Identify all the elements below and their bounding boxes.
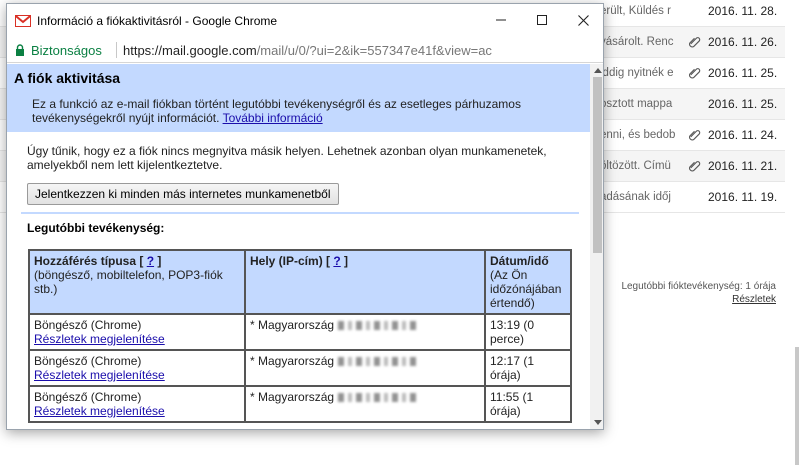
location-cell: * Magyarország bbox=[244, 385, 486, 423]
minimize-icon bbox=[496, 19, 506, 21]
show-details-link[interactable]: Részletek megjelenítése bbox=[34, 332, 165, 346]
attachment-icon bbox=[689, 68, 701, 79]
sign-out-all-sessions-button[interactable]: Jelentkezzen ki minden más internetes mu… bbox=[27, 183, 339, 205]
datetime-header: Dátum/idő (Az Ön időzónájában értendő) bbox=[484, 249, 572, 315]
access-type: Böngésző (Chrome) bbox=[34, 390, 142, 404]
location-cell: * Magyarország bbox=[244, 349, 486, 387]
session-status-text: Úgy tűnik, hogy ez a fiók nincs megnyitv… bbox=[27, 144, 547, 172]
datetime-header-sub: (Az Ön időzónájában értendő) bbox=[490, 268, 562, 310]
access-type-header-label: Hozzáférés típusa bbox=[34, 254, 137, 268]
redacted-ip bbox=[338, 357, 419, 367]
activity-popup-window: Információ a fiókaktivitásról - Google C… bbox=[6, 3, 604, 430]
gmail-icon bbox=[15, 15, 31, 27]
bg-activity-text: Legutóbbi fióktevékenység: 1 órája bbox=[621, 281, 776, 292]
bg-details-link[interactable]: Részletek bbox=[732, 294, 776, 305]
location-header-label: Hely (IP-cím) bbox=[250, 254, 323, 268]
maximize-icon bbox=[537, 15, 547, 25]
close-button[interactable] bbox=[563, 8, 603, 32]
scroll-down-arrow-icon[interactable] bbox=[594, 420, 602, 425]
datetime-cell: 12:17 (1 órája) bbox=[484, 349, 572, 387]
secure-label[interactable]: Biztonságos bbox=[31, 43, 102, 58]
info-description: Ez a funkció az e-mail fiókban történt l… bbox=[32, 97, 572, 125]
location-help-link[interactable]: ? bbox=[333, 254, 340, 268]
show-details-link[interactable]: Részletek megjelenítése bbox=[34, 368, 165, 382]
bg-date: 2016. 11. 21. bbox=[708, 159, 778, 173]
maximize-button[interactable] bbox=[522, 8, 562, 32]
page-title: A fiók aktivitása bbox=[14, 70, 121, 86]
access-type-header: Hozzáférés típusa [ ? ] (böngésző, mobil… bbox=[28, 249, 246, 315]
location: * Magyarország bbox=[250, 390, 335, 404]
title-bar[interactable]: Információ a fiókaktivitásról - Google C… bbox=[7, 4, 603, 36]
access-type-cell: Böngésző (Chrome) Részletek megjelenítés… bbox=[28, 313, 246, 351]
popup-scrollbar[interactable] bbox=[590, 64, 603, 429]
bg-snippet: vásárolt. Renc bbox=[600, 36, 674, 48]
location-cell: * Magyarország bbox=[244, 313, 486, 351]
more-info-link[interactable]: További információ bbox=[223, 111, 323, 125]
datetime-cell: 13:19 (0 perce) bbox=[484, 313, 572, 351]
attachment-icon bbox=[689, 130, 701, 141]
table-row: Böngésző (Chrome) Részletek megjelenítés… bbox=[28, 349, 572, 387]
access-type-header-sub: (böngésző, mobiltelefon, POP3-fiók stb.) bbox=[34, 268, 223, 296]
bg-snippet: adásának időj bbox=[600, 191, 671, 203]
bg-date: 2016. 11. 26. bbox=[708, 35, 778, 49]
table-header-row: Hozzáférés típusa [ ? ] (böngésző, mobil… bbox=[28, 249, 572, 315]
bg-snippet: öltözött. Címü bbox=[600, 160, 671, 172]
session-status-box: Úgy tűnik, hogy ez a fiók nincs megnyitv… bbox=[21, 138, 579, 214]
bg-snippet: iddig nyitnék e bbox=[600, 67, 674, 79]
location-header: Hely (IP-cím) [ ? ] bbox=[244, 249, 486, 315]
bg-account-activity: Legutóbbi fióktevékenység: 1 órája Részl… bbox=[621, 280, 776, 306]
access-type-help-link[interactable]: ? bbox=[147, 254, 154, 268]
bg-scrollbar-thumb[interactable] bbox=[795, 347, 799, 465]
access-type: Böngésző (Chrome) bbox=[34, 318, 142, 332]
redacted-ip bbox=[338, 393, 419, 403]
table-row: Böngésző (Chrome) Részletek megjelenítés… bbox=[28, 313, 572, 351]
url-path: /mail/u/0/?ui=2&ik=557347e41f&view=ac bbox=[256, 43, 492, 58]
datetime-cell: 11:55 (1 órája) bbox=[484, 385, 572, 423]
access-type-cell: Böngésző (Chrome) Részletek megjelenítés… bbox=[28, 349, 246, 387]
location: * Magyarország bbox=[250, 318, 335, 332]
bg-date: 2016. 11. 25. bbox=[708, 66, 778, 80]
bg-date: 2016. 11. 25. bbox=[708, 97, 778, 111]
lock-icon bbox=[16, 44, 24, 56]
address-bar[interactable]: Biztonságos https://mail.google.com/mail… bbox=[7, 37, 603, 63]
window-title: Információ a fiókaktivitásról - Google C… bbox=[37, 14, 278, 28]
close-icon bbox=[577, 14, 589, 26]
attachment-icon bbox=[689, 37, 701, 48]
activity-table: Hozzáférés típusa [ ? ] (böngésző, mobil… bbox=[28, 249, 572, 423]
bg-date: 2016. 11. 19. bbox=[708, 190, 778, 204]
access-type: Böngésző (Chrome) bbox=[34, 354, 142, 368]
page-content: A fiók aktivitása Ez a funkció az e-mail… bbox=[7, 64, 590, 429]
datetime-header-label: Dátum/idő bbox=[490, 254, 549, 268]
scroll-up-arrow-icon[interactable] bbox=[594, 68, 602, 73]
bg-snippet: osztott mappa bbox=[600, 98, 673, 110]
bg-snippet: enni, és bedob bbox=[600, 129, 676, 141]
show-details-link[interactable]: Részletek megjelenítése bbox=[34, 404, 165, 418]
recent-activity-title: Legutóbbi tevékenység: bbox=[27, 221, 165, 235]
address-separator bbox=[116, 42, 117, 58]
access-type-cell: Böngésző (Chrome) Részletek megjelenítés… bbox=[28, 385, 246, 423]
table-row: Böngésző (Chrome) Részletek megjelenítés… bbox=[28, 385, 572, 423]
bg-date: 2016. 11. 24. bbox=[708, 128, 778, 142]
location: * Magyarország bbox=[250, 354, 335, 368]
minimize-button[interactable] bbox=[481, 8, 521, 32]
bg-snippet: erült, Küldés r bbox=[600, 5, 671, 17]
url-host: https://mail.google.com bbox=[123, 43, 257, 58]
redacted-ip bbox=[338, 321, 419, 331]
attachment-icon bbox=[689, 161, 701, 172]
scrollbar-thumb[interactable] bbox=[593, 77, 602, 253]
url-text[interactable]: https://mail.google.com/mail/u/0/?ui=2&i… bbox=[123, 43, 492, 58]
bg-date: 2016. 11. 28. bbox=[708, 4, 778, 18]
info-box: A fiók aktivitása Ez a funkció az e-mail… bbox=[7, 64, 590, 132]
